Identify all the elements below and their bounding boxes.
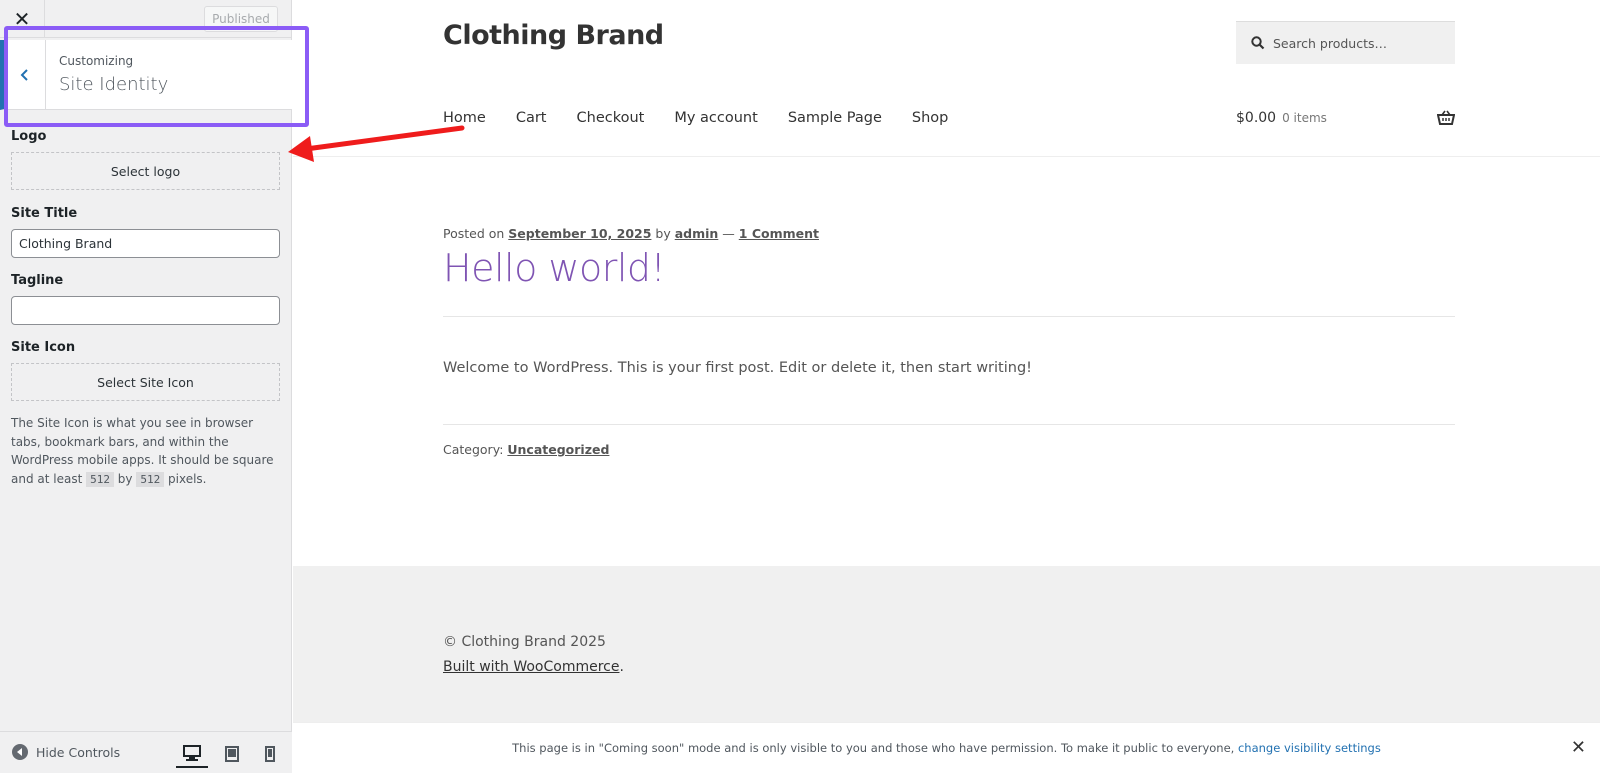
select-logo-button[interactable]: Select logo bbox=[11, 152, 280, 190]
nav-item-cart[interactable]: Cart bbox=[516, 110, 547, 126]
post-title[interactable]: Hello world! bbox=[443, 246, 666, 290]
dash-separator: — bbox=[718, 226, 739, 241]
site-title-input[interactable] bbox=[11, 229, 280, 258]
highlight-annotation bbox=[4, 26, 309, 127]
icon-desc-code: 512 bbox=[136, 471, 165, 487]
category-label: Category: bbox=[443, 442, 508, 457]
post-meta: Posted on September 10, 2025 by admin — … bbox=[443, 226, 819, 241]
search-icon bbox=[1251, 36, 1265, 50]
mobile-icon bbox=[265, 746, 275, 762]
post-date-link[interactable]: September 10, 2025 bbox=[508, 226, 651, 241]
nav-item-shop[interactable]: Shop bbox=[912, 110, 948, 126]
copyright-text: © Clothing Brand 2025 bbox=[443, 634, 606, 650]
woocommerce-link[interactable]: Built with WooCommerce bbox=[443, 659, 620, 675]
basket-icon bbox=[1437, 110, 1455, 125]
tagline-input[interactable] bbox=[11, 296, 280, 325]
arrow-annotation bbox=[288, 125, 465, 162]
icon-desc-code: 512 bbox=[86, 471, 114, 487]
hide-controls-label: Hide Controls bbox=[36, 744, 121, 760]
cart-items-count: 0 items bbox=[1282, 111, 1327, 125]
site-title-label: Site Title bbox=[11, 206, 78, 221]
post-title-divider bbox=[443, 316, 1455, 317]
post-content-divider bbox=[443, 424, 1455, 425]
header-divider bbox=[293, 156, 1600, 157]
post-content: Welcome to WordPress. This is your first… bbox=[443, 360, 1032, 376]
visibility-settings-link[interactable]: change visibility settings bbox=[1238, 741, 1381, 755]
site-icon-description: The Site Icon is what you see in browser… bbox=[11, 414, 286, 489]
collapse-icon bbox=[12, 744, 28, 760]
site-title[interactable]: Clothing Brand bbox=[443, 20, 664, 51]
desktop-icon bbox=[183, 745, 201, 761]
tagline-label: Tagline bbox=[11, 273, 64, 288]
category-link[interactable]: Uncategorized bbox=[507, 442, 609, 457]
post-author-link[interactable]: admin bbox=[675, 226, 719, 241]
search-box[interactable]: Search products… bbox=[1236, 21, 1455, 64]
notice-message: This page is in "Coming soon" mode and i… bbox=[512, 741, 1238, 755]
close-notice-icon[interactable]: ✕ bbox=[1571, 737, 1586, 758]
posted-on-label: Posted on bbox=[443, 226, 509, 241]
select-site-icon-button[interactable]: Select Site Icon bbox=[11, 363, 280, 401]
hide-controls-button[interactable]: Hide Controls bbox=[12, 744, 120, 760]
nav-item-sample-page[interactable]: Sample Page bbox=[788, 110, 882, 126]
post-comments-link[interactable]: 1 Comment bbox=[739, 226, 819, 241]
notice-text: This page is in "Coming soon" mode and i… bbox=[293, 741, 1600, 755]
site-preview: Clothing Brand Search products… Home Car… bbox=[293, 0, 1600, 773]
customizer-footer: Hide Controls bbox=[0, 731, 292, 773]
icon-desc-text: pixels. bbox=[164, 471, 207, 486]
mobile-preview-button[interactable] bbox=[254, 740, 286, 768]
tablet-preview-button[interactable] bbox=[216, 740, 248, 768]
icon-desc-by: by bbox=[113, 471, 137, 486]
header-cart[interactable]: $0.00 0 items bbox=[1236, 110, 1455, 126]
nav-item-checkout[interactable]: Checkout bbox=[577, 110, 645, 126]
site-icon-label: Site Icon bbox=[11, 340, 76, 355]
built-with-suffix: . bbox=[619, 659, 624, 675]
primary-nav: Home Cart Checkout My account Sample Pag… bbox=[443, 110, 948, 126]
logo-label: Logo bbox=[11, 129, 47, 144]
desktop-preview-button[interactable] bbox=[176, 740, 208, 768]
cart-amount: $0.00 bbox=[1236, 110, 1277, 126]
coming-soon-notice: This page is in "Coming soon" mode and i… bbox=[293, 722, 1600, 773]
post-category: Category: Uncategorized bbox=[443, 442, 609, 457]
built-with-text: Built with WooCommerce. bbox=[443, 659, 624, 675]
site-footer: © Clothing Brand 2025 Built with WooComm… bbox=[293, 566, 1600, 722]
tablet-icon bbox=[225, 746, 239, 762]
nav-item-my-account[interactable]: My account bbox=[674, 110, 757, 126]
search-placeholder: Search products… bbox=[1273, 35, 1388, 51]
by-label: by bbox=[651, 226, 675, 241]
